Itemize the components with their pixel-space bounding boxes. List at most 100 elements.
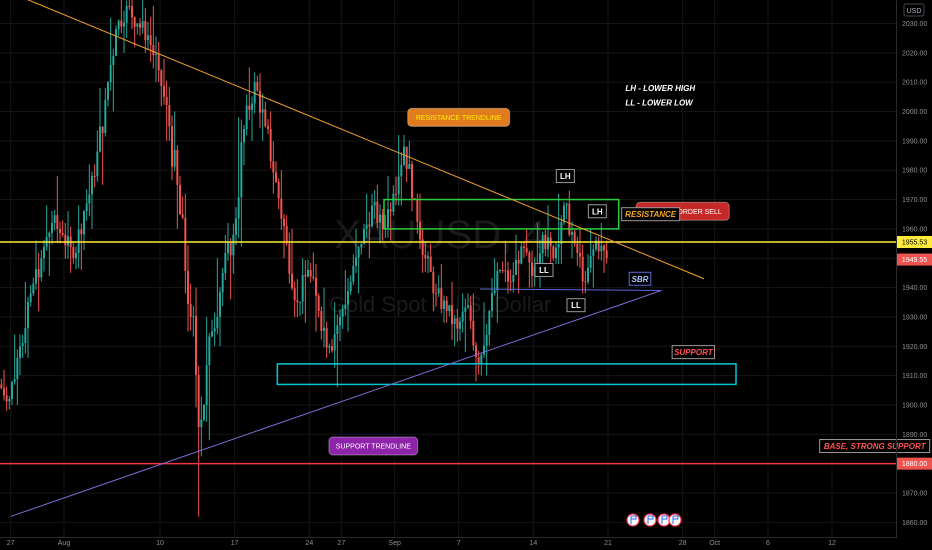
- candle-body: [360, 243, 363, 248]
- candle-body: [165, 96, 168, 106]
- candle-body: [107, 82, 109, 100]
- candle-body: [101, 126, 104, 134]
- candle-body: [411, 164, 413, 199]
- tag-text: LL: [539, 266, 549, 275]
- candle-body: [251, 103, 253, 110]
- candle-body: [517, 259, 520, 264]
- candle-body: [336, 325, 339, 335]
- annotation-support-trendline[interactable]: SUPPORT TRENDLINE: [328, 436, 419, 456]
- candle-body: [88, 194, 91, 204]
- currency-badge[interactable]: USD: [903, 3, 925, 17]
- candle-body: [75, 252, 77, 259]
- candle-body: [96, 151, 99, 177]
- annotation-lh[interactable]: LH: [555, 169, 575, 184]
- annotation-lh[interactable]: LH: [587, 204, 607, 219]
- candle-body: [136, 23, 139, 27]
- candle-body: [589, 255, 592, 268]
- candle-body: [224, 253, 227, 273]
- candle-body: [147, 35, 149, 41]
- candle-body: [440, 288, 443, 309]
- candle-body: [488, 311, 491, 335]
- time-tick-label: 27: [7, 540, 15, 547]
- candle-body: [157, 53, 160, 71]
- candle-body: [221, 272, 224, 293]
- candle-body: [424, 254, 427, 259]
- candle-body: [496, 270, 499, 291]
- candle-body: [563, 205, 565, 223]
- time-tick-label: 14: [529, 540, 537, 547]
- candle-body: [261, 109, 264, 113]
- candle-body: [32, 283, 35, 294]
- time-tick-label: 21: [604, 540, 612, 547]
- annotation-sbr[interactable]: SBR: [628, 271, 652, 286]
- candle-body: [176, 150, 179, 185]
- candle-body: [392, 193, 395, 212]
- candle-body: [400, 164, 403, 177]
- price-tick-label: 1990.00: [902, 138, 927, 145]
- candle-body: [600, 245, 603, 252]
- candle-body: [27, 302, 29, 329]
- candle-body: [211, 331, 213, 337]
- annotation-resistance-trendline[interactable]: RESISTANCE TRENDLINE: [407, 107, 511, 127]
- candle-body: [237, 197, 240, 219]
- candle-body: [248, 105, 251, 110]
- candle-body: [29, 293, 32, 303]
- candle-body: [571, 232, 573, 235]
- candle-body: [429, 256, 432, 272]
- tag-text: LH: [560, 172, 571, 181]
- candle-body: [291, 273, 293, 289]
- candle-body: [344, 304, 347, 309]
- candle-body: [587, 267, 589, 282]
- candle-body: [584, 281, 587, 283]
- annotation-support[interactable]: SUPPORT: [671, 345, 716, 360]
- candle-body: [149, 35, 152, 46]
- chart-canvas[interactable]: XAUUSD, 4 Gold Spot / U.S. Dollar RESIST…: [0, 0, 932, 550]
- candle-body: [40, 258, 43, 278]
- candle-body: [453, 318, 456, 325]
- time-tick-label: 12: [828, 540, 836, 547]
- annotation-ll[interactable]: LL: [534, 262, 554, 277]
- candle-body: [272, 161, 275, 173]
- price-tick-label: 2010.00: [902, 80, 927, 87]
- candle-body: [469, 305, 472, 321]
- candle-body: [152, 45, 155, 56]
- annotation-resistance[interactable]: RESISTANCE: [621, 207, 681, 222]
- candle-body: [128, 5, 131, 7]
- candle-body: [8, 399, 11, 402]
- candle-body: [317, 295, 320, 312]
- candle-body: [51, 223, 53, 234]
- subtitle-watermark: Gold Spot / U.S. Dollar: [329, 292, 552, 317]
- candle-body: [163, 86, 165, 97]
- annotation-base-strong-support[interactable]: BASE, STRONG SUPPORT: [819, 439, 931, 454]
- candle-body: [507, 270, 509, 282]
- candle-body: [141, 21, 144, 28]
- candle-body: [256, 82, 259, 91]
- candle-body: [320, 311, 323, 331]
- candle-body: [123, 22, 125, 27]
- candle-body: [499, 269, 501, 271]
- candle-body: [219, 292, 221, 317]
- candle-body: [160, 70, 163, 87]
- candle-body: [293, 288, 296, 301]
- candle-body: [109, 64, 112, 83]
- annotation-ll[interactable]: LL: [566, 298, 586, 313]
- candle-body: [427, 256, 429, 259]
- price-tick-label: 2020.00: [902, 50, 927, 57]
- event-icons[interactable]: [626, 513, 682, 527]
- candle-body: [491, 293, 493, 312]
- annotation-lh-lower-high[interactable]: LH - LOWER HIGH: [625, 84, 695, 93]
- candle-body: [437, 288, 440, 294]
- price-tick-label: 1920.00: [902, 344, 927, 351]
- candle-body: [83, 211, 85, 235]
- candle-body: [371, 205, 373, 226]
- note-text: LL - LOWER LOW: [625, 99, 694, 108]
- annotation-ll-lower-low[interactable]: LL - LOWER LOW: [625, 99, 694, 108]
- candle-body: [304, 274, 307, 277]
- candle-body: [131, 6, 133, 18]
- candle-body: [557, 244, 560, 248]
- time-tick-label: Aug: [58, 540, 71, 547]
- candle-body: [312, 276, 315, 279]
- candle-body: [493, 290, 496, 294]
- candle-body: [565, 203, 568, 206]
- candle-body: [456, 318, 459, 329]
